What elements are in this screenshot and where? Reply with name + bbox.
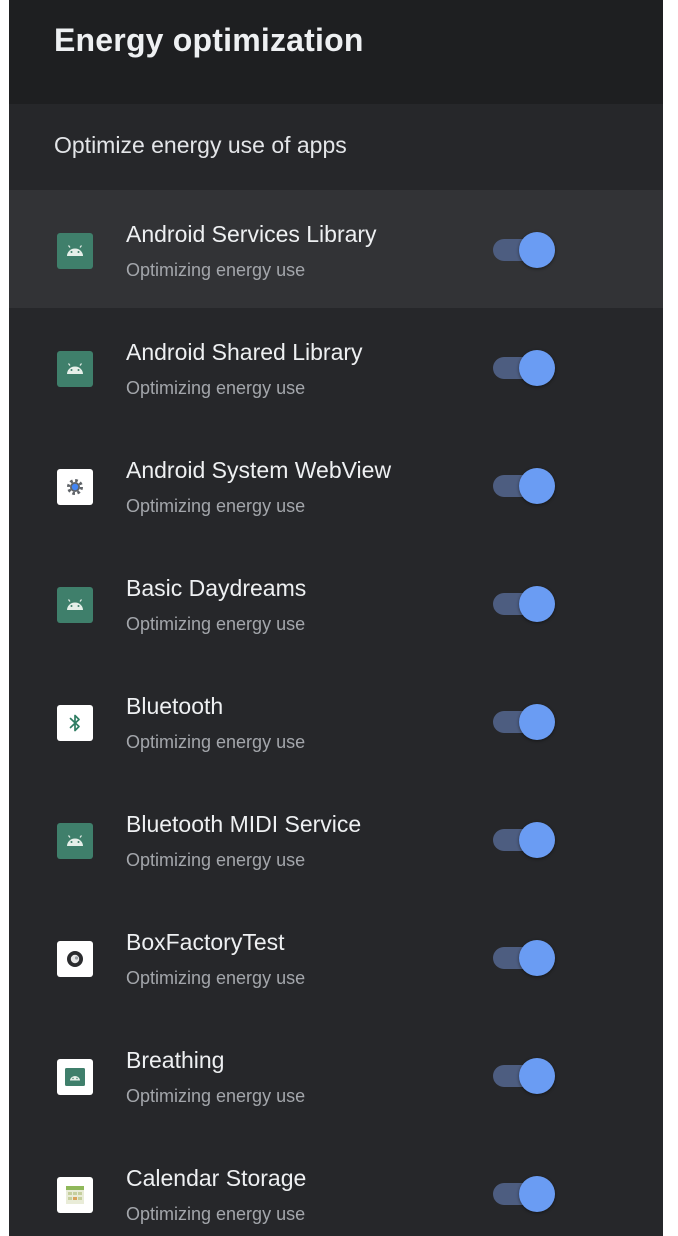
android-icon (57, 587, 93, 623)
breathing-icon (57, 1059, 93, 1095)
app-status: Optimizing energy use (126, 378, 306, 398)
app-name: Breathing (126, 1047, 225, 1073)
app-row-android-shared-library[interactable]: Android Shared Library Optimizing energy… (9, 308, 663, 426)
toggle-thumb (519, 704, 555, 740)
energy-toggle-switch[interactable] (491, 704, 557, 740)
android-icon (57, 351, 93, 387)
energy-toggle-switch[interactable] (491, 350, 557, 386)
app-name: Basic Daydreams (126, 575, 307, 601)
app-row-android-services-library[interactable]: Android Services Library Optimizing ener… (9, 190, 663, 308)
webview-gear-icon (57, 469, 93, 505)
app-row-bluetooth-midi-service[interactable]: Bluetooth MIDI Service Optimizing energy… (9, 780, 663, 898)
app-status: Optimizing energy use (126, 496, 306, 516)
page-title: Energy optimization (54, 22, 364, 58)
app-status: Optimizing energy use (126, 850, 306, 870)
app-row-boxfactorytest[interactable]: BoxFactoryTest Optimizing energy use (9, 898, 663, 1016)
energy-toggle-switch[interactable] (491, 232, 557, 268)
toggle-thumb (519, 1176, 555, 1212)
app-row-breathing[interactable]: Breathing Optimizing energy use (9, 1016, 663, 1134)
energy-toggle-switch[interactable] (491, 822, 557, 858)
toggle-thumb (519, 1058, 555, 1094)
energy-toggle-switch[interactable] (491, 586, 557, 622)
section-label: Optimize energy use of apps (54, 132, 347, 158)
energy-toggle-switch[interactable] (491, 1058, 557, 1094)
app-status: Optimizing energy use (126, 968, 306, 988)
app-row-android-system-webview[interactable]: Android System WebView Optimizing energy… (9, 426, 663, 544)
energy-toggle-switch[interactable] (491, 1176, 557, 1212)
energy-optimization-screen: Energy optimization Optimize energy use … (9, 0, 663, 1236)
app-status: Optimizing energy use (126, 260, 306, 280)
app-name: Bluetooth MIDI Service (126, 811, 362, 837)
toggle-thumb (519, 940, 555, 976)
toggle-thumb (519, 232, 555, 268)
android-icon (57, 823, 93, 859)
app-name: Calendar Storage (126, 1165, 307, 1191)
toggle-thumb (519, 822, 555, 858)
app-status: Optimizing energy use (126, 732, 306, 752)
toggle-thumb (519, 586, 555, 622)
app-list: Android Services Library Optimizing ener… (9, 190, 663, 1236)
app-row-calendar-storage[interactable]: Calendar Storage Optimizing energy use (9, 1134, 663, 1236)
toggle-thumb (519, 468, 555, 504)
app-row-basic-daydreams[interactable]: Basic Daydreams Optimizing energy use (9, 544, 663, 662)
app-name: Bluetooth (126, 693, 224, 719)
android-icon (57, 233, 93, 269)
factory-test-icon (57, 941, 93, 977)
energy-toggle-switch[interactable] (491, 468, 557, 504)
calendar-icon (57, 1177, 93, 1213)
bluetooth-icon (57, 705, 93, 741)
app-name: Android Services Library (126, 221, 377, 247)
toggle-thumb (519, 350, 555, 386)
app-status: Optimizing energy use (126, 1086, 306, 1106)
app-row-bluetooth[interactable]: Bluetooth Optimizing energy use (9, 662, 663, 780)
energy-toggle-switch[interactable] (491, 940, 557, 976)
app-status: Optimizing energy use (126, 1204, 306, 1224)
app-name: Android System WebView (126, 457, 392, 483)
app-status: Optimizing energy use (126, 614, 306, 634)
app-name: BoxFactoryTest (126, 929, 285, 955)
app-name: Android Shared Library (126, 339, 363, 365)
header: Energy optimization (9, 0, 663, 104)
